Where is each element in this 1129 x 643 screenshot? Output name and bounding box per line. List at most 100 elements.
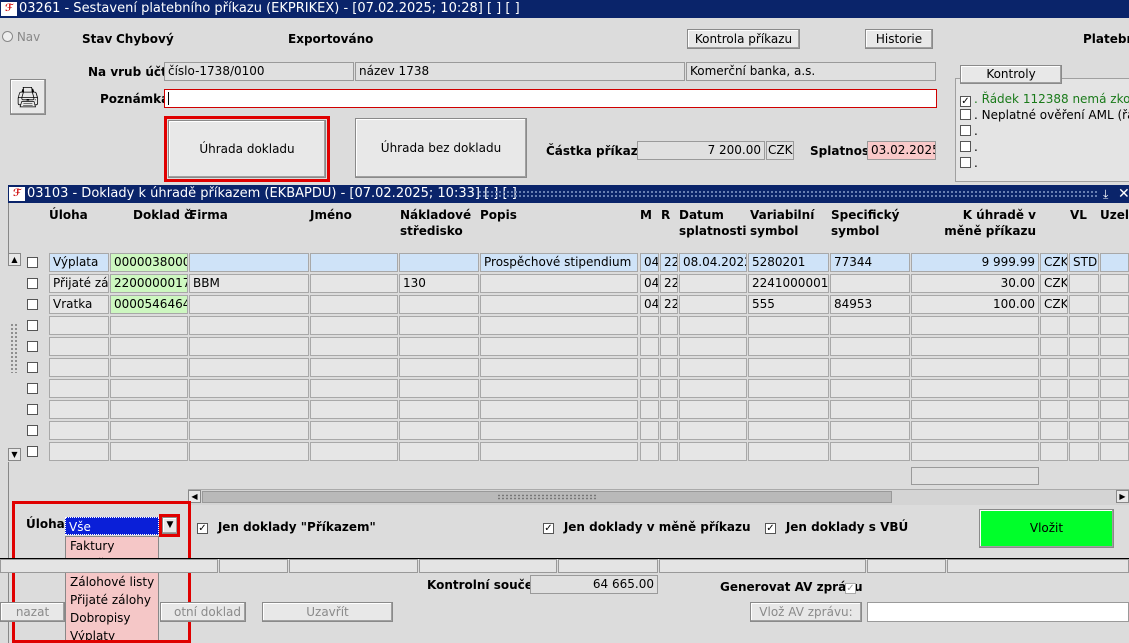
cell-uzel[interactable]: [1100, 295, 1129, 314]
row-select-checkbox[interactable]: [27, 299, 38, 310]
cell-uzel[interactable]: [1100, 337, 1129, 356]
cell-m[interactable]: [640, 358, 659, 377]
cell-vl[interactable]: STD: [1069, 253, 1099, 272]
row-select-checkbox[interactable]: [27, 362, 38, 373]
cell-r[interactable]: [660, 379, 678, 398]
row-select-checkbox[interactable]: [27, 341, 38, 352]
cell-jmeno[interactable]: [310, 358, 398, 377]
kontroly-item[interactable]: .: [960, 123, 1129, 139]
cell-vl[interactable]: [1069, 274, 1099, 293]
kontrola-prikazu-button[interactable]: Kontrola příkazu: [687, 29, 800, 49]
splatnost-field[interactable]: 03.02.2025: [867, 141, 936, 160]
cell-doklad[interactable]: 0000038000: [110, 253, 188, 272]
cell-popis[interactable]: [480, 421, 638, 440]
cell-castka[interactable]: [911, 337, 1039, 356]
cell-r[interactable]: 22: [660, 295, 678, 314]
row-select-checkbox[interactable]: [27, 383, 38, 394]
cell-r[interactable]: [660, 337, 678, 356]
cell-stredisko[interactable]: [399, 400, 479, 419]
cell-vs[interactable]: 555: [748, 295, 829, 314]
kontroly-item[interactable]: . Řádek 112388 nemá zkontr: [960, 91, 1129, 107]
cell-uloha[interactable]: [49, 337, 109, 356]
cell-ss[interactable]: [830, 379, 910, 398]
print-icon[interactable]: 🖨: [10, 79, 46, 115]
cell-jmeno[interactable]: [310, 253, 398, 272]
cell-uloha[interactable]: [49, 442, 109, 461]
cell-popis[interactable]: [480, 295, 638, 314]
scroll-right-icon[interactable]: ▶: [1116, 490, 1129, 503]
cell-stredisko[interactable]: [399, 337, 479, 356]
cell-popis[interactable]: [480, 316, 638, 335]
cell-jmeno[interactable]: [310, 337, 398, 356]
kontroly-tab[interactable]: Kontroly: [960, 65, 1062, 84]
cell-jmeno[interactable]: [310, 442, 398, 461]
cell-m[interactable]: 04: [640, 274, 659, 293]
cell-doklad[interactable]: 0000546464: [110, 295, 188, 314]
cell-uzel[interactable]: [1100, 421, 1129, 440]
cell-m[interactable]: 04: [640, 253, 659, 272]
account-number-field[interactable]: číslo-1738/0100: [164, 62, 354, 81]
row-select-checkbox[interactable]: [27, 320, 38, 331]
cell-stredisko[interactable]: [399, 295, 479, 314]
cell-uloha[interactable]: [49, 379, 109, 398]
cell-firma[interactable]: [189, 400, 309, 419]
cell-vl[interactable]: [1069, 295, 1099, 314]
cell-vl[interactable]: [1069, 358, 1099, 377]
jen-mene-checkbox[interactable]: Jen doklady v měně příkazu: [543, 520, 751, 534]
cell-doklad[interactable]: [110, 400, 188, 419]
cell-popis[interactable]: Prospěchové stipendium: [480, 253, 638, 272]
kontrolni-field[interactable]: 64 665.00: [530, 575, 658, 594]
cell-firma[interactable]: [189, 421, 309, 440]
row-select-checkbox[interactable]: [27, 446, 38, 457]
cell-ss[interactable]: 77344: [830, 253, 910, 272]
nav-radio[interactable]: Nav: [2, 30, 40, 44]
cell-r[interactable]: [660, 316, 678, 335]
cell-popis[interactable]: [480, 358, 638, 377]
cell-doklad[interactable]: [110, 358, 188, 377]
cell-datum[interactable]: 08.04.2022: [679, 253, 747, 272]
historie-button[interactable]: Historie: [865, 29, 933, 49]
cell-firma[interactable]: [189, 379, 309, 398]
kontroly-checkbox[interactable]: [960, 109, 971, 120]
cell-ss[interactable]: [830, 400, 910, 419]
cell-r[interactable]: [660, 358, 678, 377]
cell-stredisko[interactable]: 130: [399, 274, 479, 293]
scroll-down-icon[interactable]: ▼: [8, 448, 21, 461]
cell-mena[interactable]: [1040, 400, 1068, 419]
doklad-button[interactable]: otní doklad: [160, 602, 246, 622]
kontroly-item[interactable]: .: [960, 139, 1129, 155]
cell-castka[interactable]: 30.00: [911, 274, 1039, 293]
cell-uloha[interactable]: Přijaté zálo: [49, 274, 109, 293]
uzavrit-button[interactable]: Uzavřít: [262, 602, 393, 622]
generovat-checkbox[interactable]: [845, 580, 856, 594]
cell-uzel[interactable]: [1100, 400, 1129, 419]
kontroly-item[interactable]: .: [960, 155, 1129, 171]
row-select-checkbox[interactable]: [27, 257, 38, 268]
vertical-scrollbar[interactable]: ▲ ▼: [8, 253, 21, 462]
cell-firma[interactable]: [189, 337, 309, 356]
kontroly-checkbox[interactable]: [960, 125, 971, 136]
scroll-up-icon[interactable]: ▲: [8, 253, 21, 266]
kontroly-checkbox[interactable]: [960, 157, 971, 168]
cell-m[interactable]: [640, 400, 659, 419]
cell-stredisko[interactable]: [399, 253, 479, 272]
cell-datum[interactable]: [679, 358, 747, 377]
cell-uzel[interactable]: [1100, 442, 1129, 461]
h-scroll-thumb[interactable]: [202, 491, 892, 503]
cell-uzel[interactable]: [1100, 358, 1129, 377]
horizontal-scrollbar[interactable]: ◀ ▶: [188, 489, 1129, 505]
cell-jmeno[interactable]: [310, 421, 398, 440]
cell-castka[interactable]: [911, 442, 1039, 461]
cell-ss[interactable]: 84953: [830, 295, 910, 314]
cell-ss[interactable]: [830, 421, 910, 440]
cell-popis[interactable]: [480, 442, 638, 461]
vloz-av-button[interactable]: Vlož AV zprávu:: [750, 602, 862, 622]
cell-stredisko[interactable]: [399, 421, 479, 440]
cell-m[interactable]: [640, 442, 659, 461]
cell-castka[interactable]: 100.00: [911, 295, 1039, 314]
castka-field[interactable]: 7 200.00: [637, 141, 765, 160]
cell-castka[interactable]: [911, 421, 1039, 440]
cell-datum[interactable]: [679, 442, 747, 461]
cell-stredisko[interactable]: [399, 379, 479, 398]
kontroly-checkbox[interactable]: [960, 141, 971, 152]
